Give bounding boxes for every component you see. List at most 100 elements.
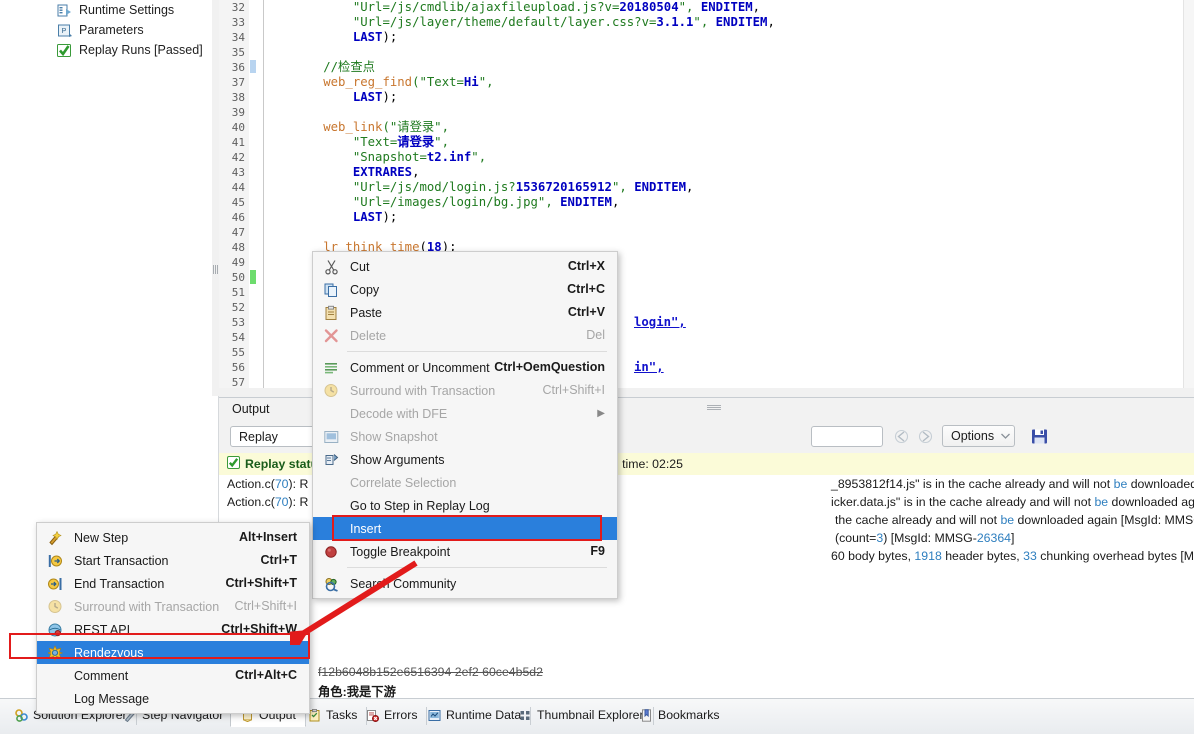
menu-item-insert[interactable]: Insert xyxy=(313,517,617,540)
menu-item-cut[interactable]: Cut Ctrl+X xyxy=(313,255,617,278)
code-line: //检查点 xyxy=(264,60,1184,75)
log-token: be xyxy=(1000,513,1015,527)
find-previous-icon[interactable] xyxy=(892,427,911,446)
solution-explorer-icon xyxy=(14,708,28,722)
replay-passed-icon xyxy=(57,43,72,57)
code-token: web_link xyxy=(264,120,383,134)
editor-vertical-scrollbar[interactable] xyxy=(1183,0,1194,396)
code-token: web_reg_find xyxy=(264,75,413,89)
cut-icon xyxy=(323,258,340,275)
log-token: Action.c( xyxy=(227,495,275,509)
code-token: 20180504 xyxy=(619,0,679,14)
line-number: 38 xyxy=(231,91,245,104)
log-token: be xyxy=(1094,495,1109,509)
line-number: 48 xyxy=(231,241,245,254)
code-line: "Snapshot=t2.inf", xyxy=(264,150,1184,165)
log-token: icker.data.js" is in the cache already a… xyxy=(831,495,1095,509)
menu-item-comment-or-uncomment[interactable]: Comment or Uncomment Ctrl+OemQuestion xyxy=(313,356,617,379)
sidebar-item-runtime-settings[interactable]: Runtime Settings xyxy=(0,0,218,20)
log-token: ): R xyxy=(288,495,309,509)
menu-item-correlate-selection: Correlate Selection xyxy=(313,471,617,494)
log-token: chunking overhead bytes [MsgId: MMSG- xyxy=(1040,549,1194,563)
code-token: ); xyxy=(382,90,398,104)
start-transaction-icon xyxy=(47,552,64,569)
insert-submenu[interactable]: New Step Alt+Insert Start Transaction Ctrl+… xyxy=(36,522,310,714)
menu-item-log-message[interactable]: Log Message xyxy=(37,687,309,710)
code-token: ENDITEM xyxy=(560,195,612,209)
log-token: header bytes, xyxy=(941,549,1024,563)
log-token: 33 xyxy=(1023,549,1037,563)
menu-item-start-transaction[interactable]: Start Transaction Ctrl+T xyxy=(37,549,309,572)
menu-item-search-community[interactable]: Search Community xyxy=(313,572,617,595)
code-token: EXTRARES xyxy=(352,165,413,179)
menu-item-label: Rendezvous xyxy=(74,645,144,660)
menu-item-rendezvous[interactable]: Rendezvous xyxy=(37,641,309,664)
tab-label: Errors xyxy=(384,708,418,722)
log-token: body bytes, xyxy=(844,549,915,563)
log-token: downloaded again [MsgId: MMSG- xyxy=(1014,513,1194,527)
menu-item-shortcut: Ctrl+Shift+I xyxy=(234,599,297,613)
runtime-settings-icon xyxy=(57,3,72,17)
line-number: 34 xyxy=(231,31,245,44)
menu-item-rest-api[interactable]: REST API Ctrl+Shift+W xyxy=(37,618,309,641)
menu-item-paste[interactable]: Paste Ctrl+V xyxy=(313,301,617,324)
sidebar-item-replay-runs-passed[interactable]: Replay Runs [Passed] xyxy=(0,40,218,60)
menu-item-comment[interactable]: Comment Ctrl+Alt+C xyxy=(37,664,309,687)
code-line: EXTRARES, xyxy=(264,165,1184,180)
log-token: Action.c( xyxy=(227,477,275,491)
tab-bookmarks[interactable]: Bookmarks xyxy=(629,703,730,727)
code-token: , xyxy=(752,0,761,14)
menu-item-show-arguments[interactable]: Show Arguments xyxy=(313,448,617,471)
panel-resize-grip[interactable] xyxy=(706,405,721,410)
sidebar-item-label: Runtime Settings xyxy=(79,3,175,17)
splitter-grip[interactable] xyxy=(213,265,218,274)
bookmarks-icon xyxy=(639,708,653,722)
code-token: LAST xyxy=(352,30,383,44)
line-number: 55 xyxy=(231,346,245,359)
find-next-icon[interactable] xyxy=(916,427,935,446)
menu-item-label: Cut xyxy=(350,259,370,274)
line-number-gutter: 32 33 34 35 36 37 38 39 40 41 42 43 44 45 46 47 48 49 50 51… xyxy=(219,0,250,396)
menu-item-go-to-step-in-replay-log[interactable]: Go to Step in Replay Log xyxy=(313,494,617,517)
menu-item-copy[interactable]: Copy Ctrl+C xyxy=(313,278,617,301)
menu-item-new-step[interactable]: New Step Alt+Insert xyxy=(37,526,309,549)
sidebar-item-parameters[interactable]: P Parameters xyxy=(0,20,218,40)
code-token: 请登录 xyxy=(397,135,435,149)
code-line: LAST); xyxy=(264,30,1184,45)
code-token: , xyxy=(412,165,420,179)
line-number: 44 xyxy=(231,181,245,194)
line-number: 45 xyxy=(231,196,245,209)
save-output-button[interactable] xyxy=(1029,426,1050,446)
editor-context-menu[interactable]: Cut Ctrl+X Copy Ctrl+C Paste Ctrl+V Delete Del C… xyxy=(312,251,618,599)
menu-item-label: Surround with Transaction xyxy=(350,383,496,398)
menu-item-decode-with-dfe: Decode with DFE ▶ xyxy=(313,402,617,425)
line-number: 37 xyxy=(231,76,245,89)
options-button[interactable]: Options xyxy=(942,425,1004,447)
sidebar-item-label: Replay Runs [Passed] xyxy=(79,43,203,57)
code-token: "Url=/images/login/bg.jpg", xyxy=(264,195,561,209)
line-number: 53 xyxy=(231,316,245,329)
menu-item-label: Go to Step in Replay Log xyxy=(350,498,490,513)
end-transaction-icon xyxy=(47,575,64,592)
menu-item-end-transaction[interactable]: End Transaction Ctrl+Shift+T xyxy=(37,572,309,595)
menu-item-label: End Transaction xyxy=(74,576,165,591)
code-token: Hi xyxy=(463,75,479,89)
parameters-icon: P xyxy=(57,23,72,37)
tab-label: Tasks xyxy=(326,708,358,722)
line-number: 50 xyxy=(231,271,245,284)
output-search-input[interactable] xyxy=(811,426,883,447)
log-token: 1918 xyxy=(914,549,942,563)
code-token: "Text= xyxy=(264,135,398,149)
menu-separator xyxy=(347,351,607,352)
code-token: ("Text= xyxy=(412,75,464,89)
menu-item-toggle-breakpoint[interactable]: Toggle Breakpoint F9 xyxy=(313,540,617,563)
options-dropdown-arrow-icon[interactable] xyxy=(997,425,1015,447)
replay-source-value: Replay xyxy=(239,429,278,444)
code-token: , xyxy=(611,195,620,209)
editor-splitter[interactable] xyxy=(212,0,219,396)
code-token: ); xyxy=(382,210,398,224)
log-line: icker.data.js" is in the cache already a… xyxy=(831,493,1194,511)
